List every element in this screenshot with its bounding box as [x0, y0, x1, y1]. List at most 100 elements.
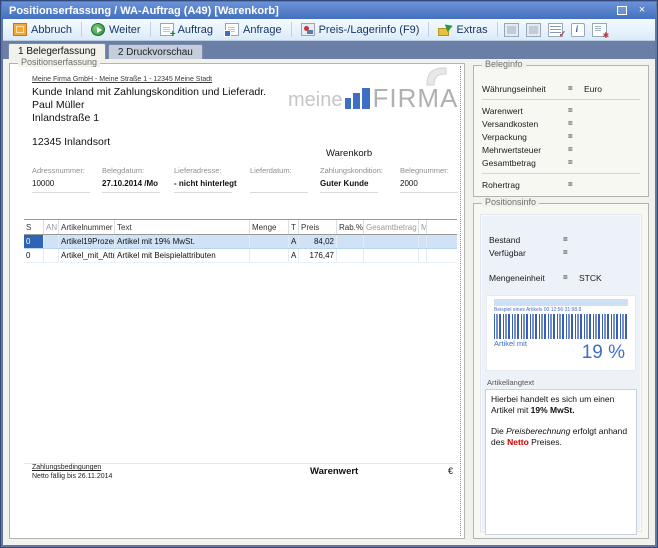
window-title: Positionserfassung / WA-Auftrag (A49) [W…: [9, 5, 279, 17]
cell-text[interactable]: Artikel mit 19% MwSt.: [115, 235, 250, 248]
empty-grid-area[interactable]: [24, 263, 457, 464]
auftrag-button[interactable]: Auftrag: [154, 21, 219, 38]
cell-text[interactable]: Artikel mit Beispielattributen: [115, 249, 250, 262]
cell-preis[interactable]: 176,47: [299, 249, 337, 262]
extras-button[interactable]: Extras: [432, 21, 493, 38]
cell-m[interactable]: [419, 235, 427, 248]
tasks-button[interactable]: [546, 21, 566, 39]
equals-sign: =: [568, 84, 584, 93]
column-header-preis: Preis: [299, 220, 337, 234]
field-value[interactable]: 2000: [400, 179, 466, 190]
warenwert-label: Warenwert: [310, 466, 358, 477]
order-document-icon: [160, 23, 174, 36]
field-value[interactable]: [250, 179, 316, 190]
company-logo: meine FIRMA: [288, 88, 458, 109]
weiter-label: Weiter: [109, 24, 141, 36]
equals-sign: =: [568, 145, 584, 154]
cell-preis[interactable]: 84,02: [299, 235, 337, 248]
cell-s[interactable]: 0: [24, 235, 44, 248]
restore-icon: [617, 6, 627, 15]
cell-an[interactable]: [44, 235, 59, 248]
report-button[interactable]: [590, 21, 610, 39]
abbruch-button[interactable]: Abbruch: [7, 21, 78, 38]
info-button[interactable]: [568, 21, 588, 39]
anfrage-label: Anfrage: [243, 24, 282, 36]
beleginfo-groupbox: Beleginfo Währungseinheit = Euro Warenwe…: [473, 65, 649, 197]
info-row-warenwert: Warenwert =: [482, 104, 640, 117]
preis-lagerinfo-button[interactable]: Preis-/Lagerinfo (F9): [295, 21, 426, 38]
cell-rabatt[interactable]: [337, 235, 364, 248]
field-value[interactable]: - nicht hinterlegt: [174, 179, 240, 190]
page-margin-dotted-line: [460, 66, 461, 536]
info-row-verpackung: Verpackung =: [482, 130, 640, 143]
cell-t[interactable]: A: [289, 235, 299, 248]
table-row[interactable]: 0 Artikel_mit_Attribu Artikel mit Beispi…: [24, 249, 457, 263]
cell-t[interactable]: A: [289, 249, 299, 262]
column-header-text: Text: [115, 220, 250, 234]
cell-artikelnummer[interactable]: Artikel19Prozent: [59, 235, 115, 248]
view-toggle-button-2[interactable]: [524, 21, 544, 39]
toolbar-separator: [291, 22, 292, 37]
address-line: Kunde Inland mit Zahlungskondition und L…: [32, 86, 266, 98]
info-label: Verfügbar: [489, 248, 563, 258]
tab-druckvorschau[interactable]: 2 Druckvorschau: [108, 44, 203, 59]
info-label: Rohertrag: [482, 180, 568, 190]
close-button[interactable]: ×: [635, 4, 649, 17]
cell-menge[interactable]: [250, 249, 289, 262]
cell-an[interactable]: [44, 249, 59, 262]
cell-menge[interactable]: [250, 235, 289, 248]
positions-table: S AN Artikelnummer Text Menge T Preis Ra…: [24, 219, 457, 464]
logo-text-meine: meine: [288, 91, 342, 109]
next-arrow-icon: [91, 23, 105, 36]
restore-button[interactable]: [615, 4, 629, 17]
field-value[interactable]: Guter Kunde: [320, 179, 386, 190]
app-window: Positionserfassung / WA-Auftrag (A49) [W…: [0, 0, 658, 548]
field-label: Lieferadresse:: [174, 166, 240, 175]
equals-sign: =: [563, 235, 579, 244]
info-row-bestand: Bestand =: [489, 233, 633, 246]
positionsinfo-panel: Bestand = Verfügbar = Mengeneinheit = ST…: [480, 214, 642, 532]
field-value[interactable]: 27.10.2014 /Mo: [102, 179, 168, 190]
article-image: Beispiel eines Artikels 00:12:56:31:98.8…: [487, 296, 635, 370]
report-star-icon: [592, 23, 607, 37]
langtext-segment-red: Netto: [507, 437, 529, 447]
cell-artikelnummer[interactable]: Artikel_mit_Attribu: [59, 249, 115, 262]
field-underline: [250, 192, 308, 193]
view-toggle-button-1[interactable]: [502, 21, 522, 39]
artikellangtext-label: Artikellangtext: [487, 378, 641, 387]
toolbar-separator: [497, 22, 498, 37]
groupbox-label: Beleginfo: [482, 59, 526, 69]
field-underline: [174, 192, 232, 193]
equals-sign: =: [568, 106, 584, 115]
field-lieferadresse: Lieferadresse: - nicht hinterlegt: [174, 166, 240, 193]
article-image-topbar: [494, 299, 628, 306]
field-zahlungskondition: Zahlungskondition: Guter Kunde: [320, 166, 386, 193]
cell-gesamtbetrag[interactable]: [364, 249, 419, 262]
toolbar-separator: [150, 22, 151, 37]
info-label: Bestand: [489, 235, 563, 245]
column-header-rabatt: Rab.%: [337, 220, 364, 234]
calendar-check-icon: [548, 23, 563, 37]
cell-gesamtbetrag[interactable]: [364, 235, 419, 248]
anfrage-button[interactable]: Anfrage: [219, 21, 288, 38]
field-label: Zahlungskondition:: [320, 166, 386, 175]
article-image-small-caption: Beispiel eines Artikels 00:12:56:31:98.8: [494, 307, 635, 313]
cell-s[interactable]: 0: [24, 249, 44, 262]
field-value[interactable]: 10000: [32, 179, 98, 190]
logo-bars-icon: [345, 88, 370, 109]
equals-sign: =: [568, 180, 584, 189]
tabstrip: 1 Belegerfassung 2 Druckvorschau: [3, 41, 655, 59]
weiter-button[interactable]: Weiter: [85, 21, 147, 38]
preis-lagerinfo-label: Preis-/Lagerinfo (F9): [319, 24, 420, 36]
abbruch-label: Abbruch: [31, 24, 72, 36]
equals-sign: =: [568, 119, 584, 128]
cell-rabatt[interactable]: [337, 249, 364, 262]
table-row[interactable]: 0 Artikel19Prozent Artikel mit 19% MwSt.…: [24, 235, 457, 249]
info-label: Verpackung: [482, 132, 568, 142]
equals-sign: =: [568, 158, 584, 167]
langtext-segment: Preises.: [529, 437, 562, 447]
groupbox-label: Positionserfassung: [18, 57, 100, 67]
payment-terms: Zahlungsbedingungen Netto fällig bis 26.…: [32, 463, 112, 481]
info-label: Währungseinheit: [482, 84, 568, 94]
cell-m[interactable]: [419, 249, 427, 262]
